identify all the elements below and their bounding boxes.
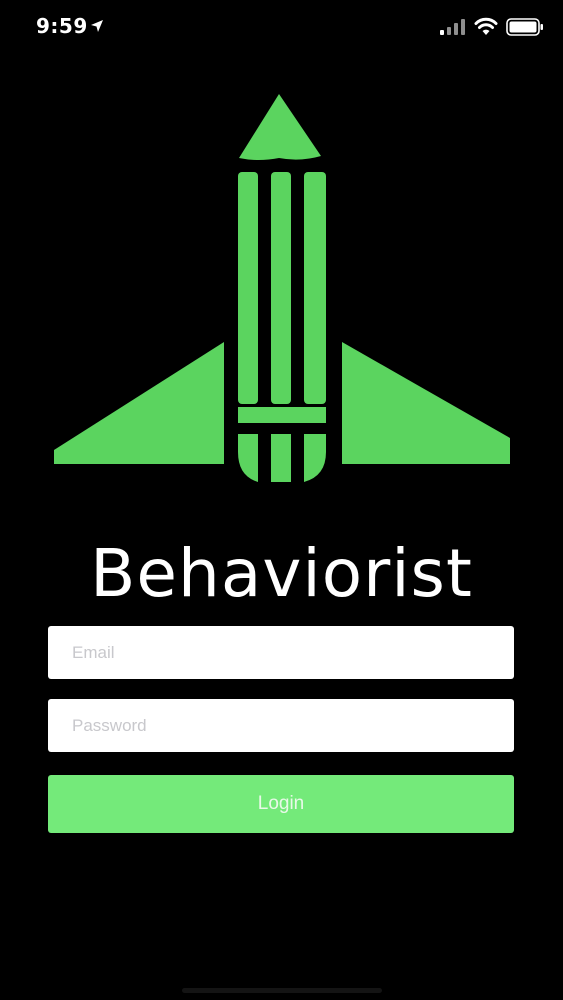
app-title: Behaviorist [90, 535, 473, 612]
home-indicator[interactable] [182, 988, 382, 993]
location-arrow-icon [91, 20, 103, 32]
status-time: 9:59 [36, 14, 88, 38]
status-bar: 9:59 [0, 0, 563, 60]
email-field[interactable] [48, 626, 514, 679]
pencil-rocket-logo [54, 94, 510, 482]
cellular-signal-icon [440, 19, 465, 35]
login-button[interactable]: Login [48, 775, 514, 833]
battery-icon [506, 18, 543, 36]
wifi-icon [474, 17, 498, 35]
password-field[interactable] [48, 699, 514, 752]
